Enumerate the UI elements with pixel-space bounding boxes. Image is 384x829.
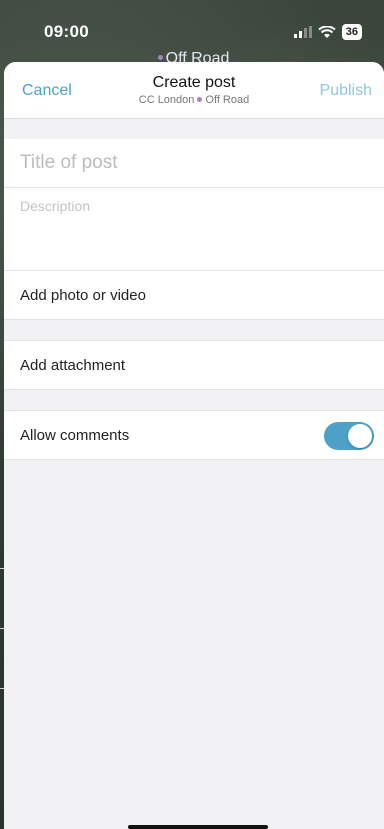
post-title-input[interactable]: Title of post: [4, 139, 384, 188]
status-icons: 36: [293, 24, 362, 40]
signal-icon: [293, 26, 312, 38]
channel-dot-icon: [157, 55, 163, 61]
divider: [0, 688, 4, 689]
battery-icon: 36: [341, 24, 362, 40]
add-photo-video-row[interactable]: Add photo or video: [4, 270, 384, 320]
allow-comments-label: Allow comments: [20, 426, 130, 444]
create-post-sheet: Cancel Create post CC London Off Road Pub…: [4, 62, 384, 829]
nav-bar: Cancel Create post CC London Off Road Pub…: [4, 62, 384, 119]
channel-name: Off Road: [205, 94, 250, 106]
toggle-knob: [348, 424, 372, 448]
post-description-input[interactable]: Description: [4, 188, 384, 270]
add-attachment-row[interactable]: Add attachment: [4, 340, 384, 390]
allow-comments-row: Allow comments: [4, 410, 384, 460]
home-indicator[interactable]: [128, 825, 268, 829]
status-time: 09:00: [44, 22, 89, 41]
allow-comments-toggle[interactable]: [324, 422, 374, 450]
group-name: CC London: [138, 94, 195, 106]
add-attachment-label: Add attachment: [20, 356, 126, 374]
wifi-icon: [318, 25, 336, 38]
add-photo-video-label: Add photo or video: [20, 286, 146, 304]
divider: [0, 568, 4, 569]
post-fields: Title of post Description: [4, 139, 384, 270]
channel-dot-icon: [197, 96, 203, 102]
publish-button[interactable]: Publish: [320, 82, 372, 100]
divider: [0, 628, 4, 629]
